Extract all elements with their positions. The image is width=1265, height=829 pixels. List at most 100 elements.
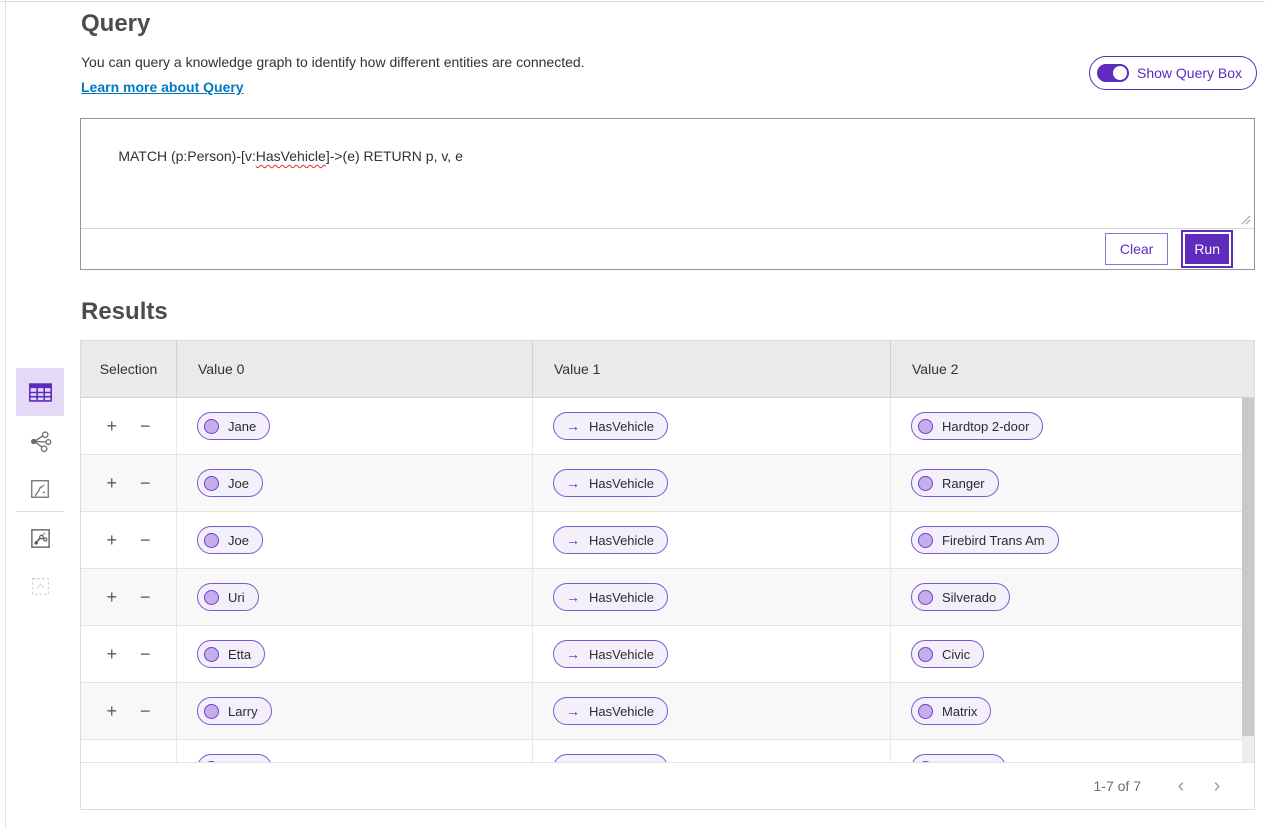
relationship-arrow-icon: →: [566, 533, 580, 547]
results-title: Results: [81, 298, 168, 326]
entity-pill[interactable]: Ranger: [911, 469, 999, 497]
page-left-border: [5, 0, 6, 829]
entity-node-icon: [204, 704, 219, 719]
sidebar-item-new-view-disabled: [16, 562, 64, 610]
column-header-selection: Selection: [81, 341, 177, 397]
remove-from-selection-button[interactable]: −: [137, 415, 154, 437]
remove-from-selection-button[interactable]: −: [137, 472, 154, 494]
query-input[interactable]: MATCH (p:Person)-[v:HasVehicle]->(e) RET…: [81, 119, 1254, 229]
toggle-switch-icon[interactable]: [1097, 64, 1129, 82]
entity-pill[interactable]: Civic: [911, 640, 984, 668]
entity-pill[interactable]: Joe: [197, 526, 263, 554]
entity-pill[interactable]: Firebird Trans Am: [911, 526, 1059, 554]
entity-node-icon: [204, 476, 219, 491]
table-row: + − Jane → HasVehicle Hardtop 2-door: [81, 398, 1254, 455]
table-scrollbar[interactable]: [1242, 398, 1254, 763]
relationship-pill[interactable]: → HasVehicle: [553, 583, 668, 611]
column-header-value1: Value 1: [533, 341, 891, 397]
entity-node-icon: [918, 533, 933, 548]
entity-pill[interactable]: Etta: [197, 640, 265, 668]
add-to-selection-button[interactable]: +: [103, 415, 120, 437]
pagination-next-button[interactable]: ›: [1205, 776, 1229, 796]
value1-cell: → HasVehicle: [533, 626, 891, 682]
entity-node-icon: [918, 476, 933, 491]
pagination-range: 1-7 of 7: [1094, 778, 1141, 794]
relationship-pill[interactable]: → HasVehicle: [553, 526, 668, 554]
remove-from-selection-button[interactable]: −: [137, 586, 154, 608]
entity-label: Etta: [228, 647, 251, 662]
query-footer: Clear Run: [81, 229, 1254, 269]
page-top-border: [0, 1, 1265, 2]
entity-label: Uri: [228, 590, 245, 605]
entity-pill[interactable]: Uri: [197, 583, 259, 611]
link-chart-icon: [28, 429, 53, 454]
add-to-selection-button[interactable]: +: [103, 529, 120, 551]
entity-pill[interactable]: Silverado: [911, 583, 1010, 611]
value2-cell: Civic: [891, 626, 1242, 682]
entity-label: Firebird Trans Am: [942, 533, 1045, 548]
selection-cell: + −: [81, 512, 177, 568]
entity-pill[interactable]: Hardtop 2-door: [911, 412, 1043, 440]
relationship-pill[interactable]: → HasVehicle: [553, 640, 668, 668]
relationship-arrow-icon: →: [566, 704, 580, 718]
results-table: Selection Value 0 Value 1 Value 2 + − Ja…: [80, 340, 1255, 810]
remove-from-selection-button[interactable]: −: [137, 643, 154, 665]
map-link-chart-icon: [29, 527, 52, 550]
column-header-value2: Value 2: [891, 341, 1242, 397]
clear-button[interactable]: Clear: [1105, 233, 1168, 265]
query-box: MATCH (p:Person)-[v:HasVehicle]->(e) RET…: [80, 118, 1255, 270]
relationship-pill[interactable]: → HasVehicle: [553, 412, 668, 440]
entity-pill[interactable]: Larry: [197, 697, 272, 725]
selection-cell: + −: [81, 569, 177, 625]
add-to-selection-button[interactable]: +: [103, 472, 120, 494]
value0-cell: Larry: [177, 683, 533, 739]
relationship-label: HasVehicle: [589, 419, 654, 434]
entity-node-icon: [918, 419, 933, 434]
add-to-selection-button[interactable]: +: [103, 586, 120, 608]
entity-node-icon: [204, 590, 219, 605]
entity-pill[interactable]: Jane: [197, 412, 270, 440]
entity-pill[interactable]: Joe: [197, 469, 263, 497]
selection-cell: + −: [81, 683, 177, 739]
entity-node-icon: [918, 647, 933, 662]
value1-cell: → HasVehicle: [533, 683, 891, 739]
table-header-row: Selection Value 0 Value 1 Value 2: [81, 341, 1254, 398]
entity-label: Joe: [228, 476, 249, 491]
table-row: + − Joe → HasVehicle Ranger: [81, 455, 1254, 512]
selection-cell: + −: [81, 626, 177, 682]
value2-cell: Ranger: [891, 455, 1242, 511]
entity-label: Silverado: [942, 590, 996, 605]
relationship-pill[interactable]: → HasVehicle: [553, 469, 668, 497]
textarea-resize-handle[interactable]: [1239, 213, 1251, 225]
query-text-before: MATCH (p:Person)-[v:: [118, 148, 255, 164]
value1-cell: → HasVehicle: [533, 455, 891, 511]
add-to-selection-button[interactable]: +: [103, 700, 120, 722]
sidebar-divider: [16, 511, 64, 512]
entity-label: Jane: [228, 419, 256, 434]
sidebar-item-link-chart-view[interactable]: [16, 417, 64, 465]
run-button[interactable]: Run: [1181, 230, 1233, 268]
relationship-arrow-icon: →: [566, 590, 580, 604]
relationship-arrow-icon: →: [566, 419, 580, 433]
table-body: + − Jane → HasVehicle Hardtop 2-door + −: [81, 398, 1254, 763]
sidebar-item-table-view[interactable]: [16, 368, 64, 416]
entity-node-icon: [204, 647, 219, 662]
learn-more-link[interactable]: Learn more about Query: [81, 79, 244, 95]
remove-from-selection-button[interactable]: −: [137, 700, 154, 722]
add-to-selection-button[interactable]: +: [103, 643, 120, 665]
relationship-pill[interactable]: → HasVehicle: [553, 697, 668, 725]
pagination-prev-button[interactable]: ‹: [1169, 776, 1193, 796]
sidebar-item-map-view[interactable]: [16, 465, 64, 513]
entity-pill[interactable]: Matrix: [911, 697, 991, 725]
show-query-box-toggle[interactable]: Show Query Box: [1089, 56, 1257, 90]
entity-node-icon: [918, 704, 933, 719]
sidebar-item-map-link-chart-view[interactable]: [16, 514, 64, 562]
value2-cell: Matrix: [891, 683, 1242, 739]
selection-cell: + −: [81, 740, 177, 763]
remove-from-selection-button[interactable]: −: [137, 529, 154, 551]
query-text-after: ]->(e) RETURN p, v, e: [326, 148, 463, 164]
page-title: Query: [81, 10, 150, 38]
table-row: + − Joe → HasVehicle Firebird Trans Am: [81, 512, 1254, 569]
table-scrollbar-thumb[interactable]: [1242, 398, 1254, 736]
column-header-value0: Value 0: [177, 341, 533, 397]
